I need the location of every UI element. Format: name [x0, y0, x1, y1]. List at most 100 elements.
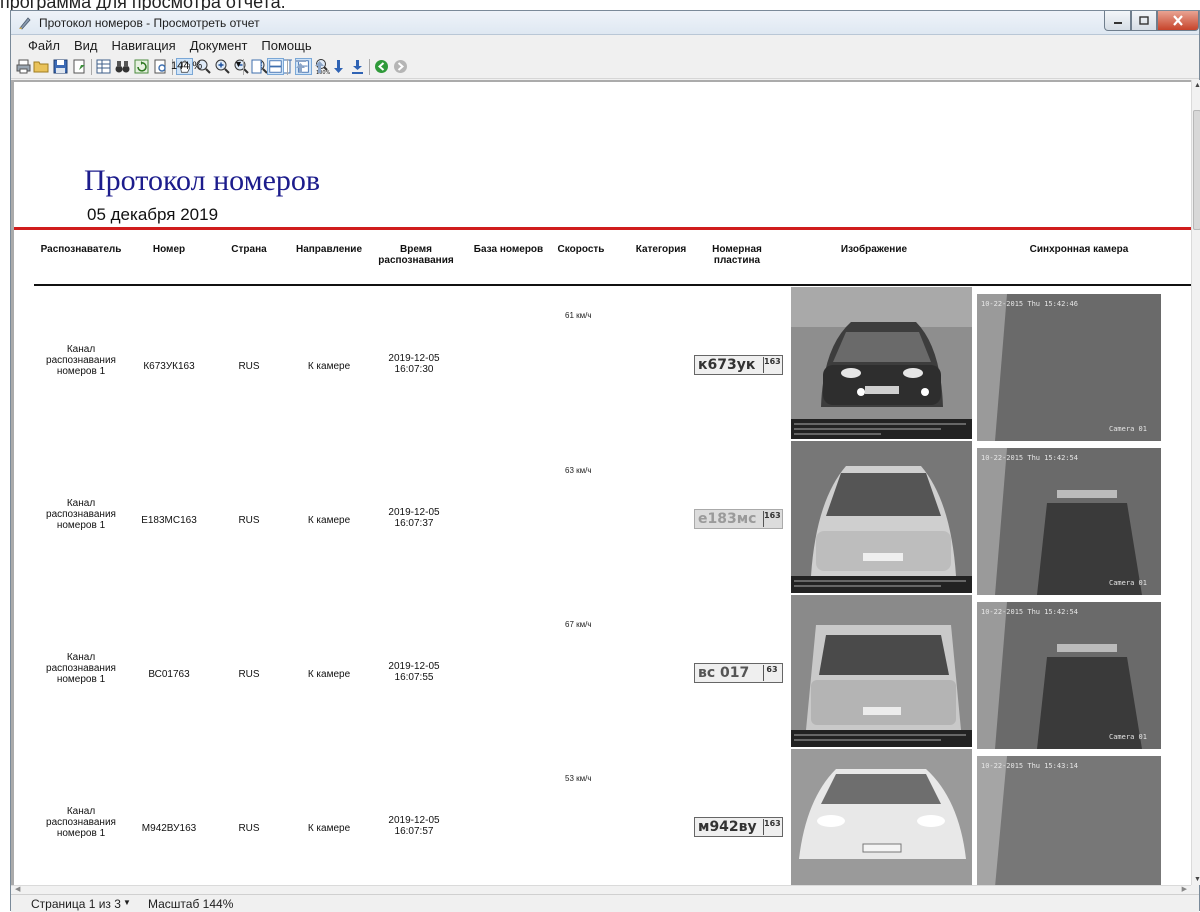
sync-camera-timestamp: 10-22-2015 Thu 15:42:46	[981, 300, 1078, 308]
column-header-time: Время распознавания	[378, 244, 454, 266]
time-cell: 2019-12-05 16:07:57	[388, 815, 440, 837]
app-icon	[19, 17, 31, 30]
vertical-scrollbar[interactable]: ▲ ▼	[1191, 80, 1200, 885]
printer-icon[interactable]	[15, 58, 32, 75]
sync-camera-name: Camera 01	[1109, 579, 1147, 587]
go-forward-icon[interactable]	[392, 58, 409, 75]
minimize-button[interactable]	[1104, 11, 1131, 31]
page-preview-icon[interactable]	[152, 58, 169, 75]
direction-cell: К камере	[307, 515, 351, 526]
plate-image: м942ву 163	[694, 817, 783, 837]
close-button[interactable]	[1157, 11, 1199, 31]
zoom-level-input[interactable]: 144 %	[171, 58, 231, 75]
number-cell: К673УК163	[143, 361, 195, 372]
time-cell: 2019-12-05 16:07:30	[388, 353, 440, 375]
recognizer-cell: Канал распознавания номеров 1	[46, 806, 116, 839]
menu-help[interactable]: Помощь	[254, 35, 318, 55]
sync-camera-image: 10-22-2015 Thu 15:43:14	[977, 756, 1161, 885]
refresh-icon[interactable]	[133, 58, 150, 75]
maximize-button[interactable]	[1131, 11, 1157, 31]
menu-file[interactable]: Файл	[21, 35, 67, 55]
plate-image: вс 017 63	[694, 663, 783, 683]
scroll-up-icon[interactable]: ▲	[1194, 82, 1200, 89]
header-divider	[14, 227, 1191, 230]
menu-bar: Файл Вид Навигация Документ Помощь	[11, 35, 1199, 55]
document-caption: программа для просмотра отчета.	[0, 0, 286, 12]
minimize-icon	[1113, 21, 1122, 24]
sync-camera-image: 10-22-2015 Thu 15:42:46 Camera 01	[977, 294, 1161, 441]
direction-cell: К камере	[307, 669, 351, 680]
export-icon[interactable]	[71, 58, 88, 75]
menu-document[interactable]: Документ	[183, 35, 255, 55]
sync-camera-name: Camera 01	[1109, 425, 1147, 433]
previous-page-icon[interactable]	[311, 58, 328, 75]
speed-cell: 67 км/ч	[565, 620, 592, 629]
plate-image: е183мс 163	[694, 509, 783, 529]
sync-camera-name: Camera 01	[1109, 733, 1147, 741]
speed-cell: 63 км/ч	[565, 466, 592, 475]
number-cell: Е183МС163	[141, 515, 197, 526]
close-icon	[1173, 15, 1183, 26]
number-cell: ВС01763	[148, 669, 190, 680]
sync-camera-timestamp: 10-22-2015 Thu 15:43:14	[981, 762, 1078, 770]
vehicle-image	[791, 287, 972, 439]
column-header-category: Категория	[635, 244, 687, 255]
report-date: 05 декабря 2019	[87, 205, 219, 224]
sync-camera-image: 10-22-2015 Thu 15:42:54 Camera 01	[977, 602, 1161, 749]
save-icon[interactable]	[52, 58, 69, 75]
window-title: Протокол номеров - Просмотреть отчет	[39, 16, 260, 30]
toolbar: 100% 144 % ▼	[11, 55, 1199, 79]
scale-indicator: Масштаб 144%	[148, 897, 234, 911]
scroll-down-icon[interactable]: ▼	[1194, 876, 1200, 883]
scroll-left-icon[interactable]: ◀	[15, 885, 20, 893]
report-viewer-window: Протокол номеров - Просмотреть отчет Фай…	[10, 10, 1200, 912]
plate-text: е183мс	[698, 511, 757, 527]
speed-cell: 61 км/ч	[565, 311, 592, 320]
page-indicator[interactable]: Страница 1 из 3	[31, 897, 121, 911]
column-header-country: Страна	[231, 244, 267, 255]
single-page-icon[interactable]	[248, 58, 265, 75]
sync-camera-timestamp: 10-22-2015 Thu 15:42:54	[981, 608, 1078, 616]
chevron-down-icon[interactable]: ▼	[123, 898, 131, 907]
scroll-right-icon[interactable]: ▶	[1182, 885, 1187, 893]
speed-cell: 53 км/ч	[565, 774, 592, 783]
status-bar: Страница 1 из 3 ▼ Масштаб 144%	[11, 894, 1199, 912]
plate-region: 163	[763, 511, 781, 527]
two-pages-icon[interactable]	[267, 58, 284, 75]
next-page-icon[interactable]	[330, 58, 347, 75]
column-header-divider	[34, 284, 1191, 286]
vehicle-image	[791, 595, 972, 747]
column-header-speed: Скорость	[557, 244, 605, 255]
last-page-icon[interactable]	[349, 58, 366, 75]
report-page: Протокол номеров 05 декабря 2019 Распозн…	[14, 82, 1191, 885]
open-folder-icon[interactable]	[33, 58, 50, 75]
go-back-icon[interactable]	[373, 58, 390, 75]
vertical-scroll-thumb[interactable]	[1193, 110, 1200, 230]
title-bar: Протокол номеров - Просмотреть отчет	[11, 11, 1199, 35]
maximize-icon	[1139, 16, 1149, 25]
sync-camera-timestamp: 10-22-2015 Thu 15:42:54	[981, 454, 1078, 462]
horizontal-scrollbar[interactable]: ◀ ▶	[11, 885, 1191, 894]
report-viewport[interactable]: Протокол номеров 05 декабря 2019 Распозн…	[11, 80, 1191, 885]
direction-cell: К камере	[307, 823, 351, 834]
plate-image: к673ук 163	[694, 355, 783, 375]
first-page-icon[interactable]	[292, 58, 309, 75]
time-cell: 2019-12-05 16:07:55	[388, 661, 440, 683]
direction-cell: К камере	[307, 361, 351, 372]
vehicle-image	[791, 749, 972, 885]
column-header-recognizer: Распознаватель	[40, 244, 122, 255]
sync-camera-image: 10-22-2015 Thu 15:42:54 Camera 01	[977, 448, 1161, 595]
country-cell: RUS	[238, 823, 260, 834]
country-cell: RUS	[238, 515, 260, 526]
menu-navigation[interactable]: Навигация	[105, 35, 183, 55]
country-cell: RUS	[238, 361, 260, 372]
column-header-direction: Направление	[295, 244, 363, 255]
plate-text: вс 017	[698, 665, 750, 681]
chevron-down-icon[interactable]: ▼	[234, 59, 243, 69]
binoculars-icon[interactable]	[114, 58, 131, 75]
plate-text: к673ук	[698, 357, 756, 373]
menu-view[interactable]: Вид	[67, 35, 105, 55]
table-icon[interactable]	[95, 58, 112, 75]
country-cell: RUS	[238, 669, 260, 680]
recognizer-cell: Канал распознавания номеров 1	[46, 498, 116, 531]
